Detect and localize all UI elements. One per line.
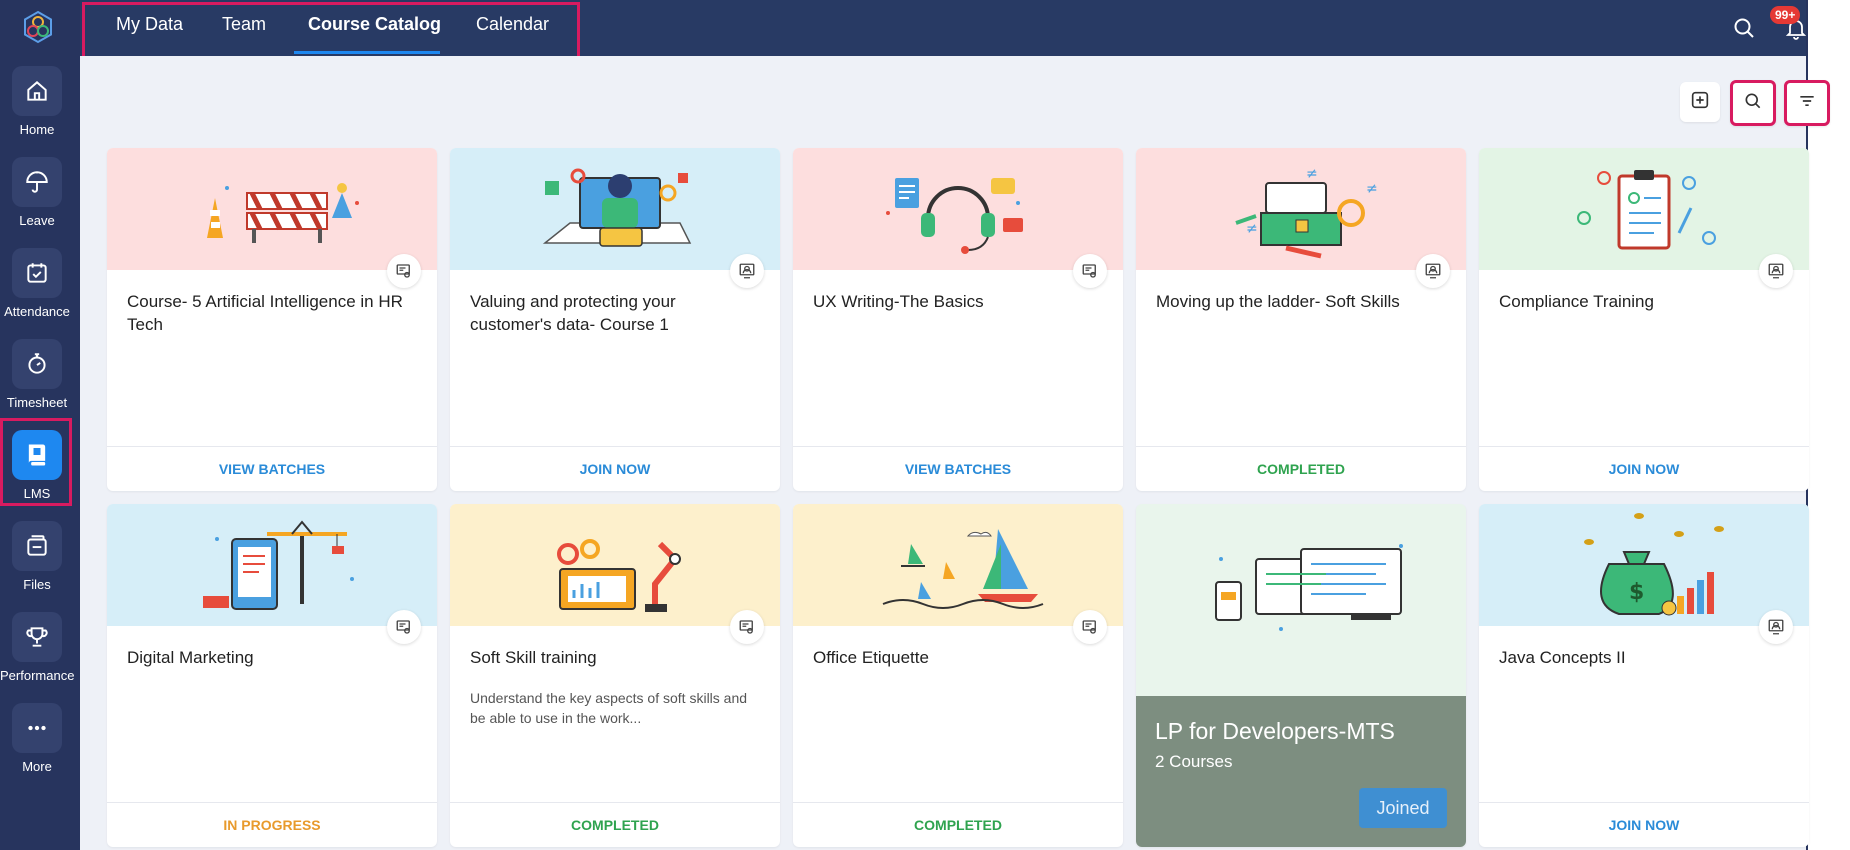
course-banner [450,148,780,270]
sidebar-item-home[interactable]: Home [0,66,74,137]
course-title: Digital Marketing [127,648,254,667]
online-icon [730,254,764,288]
sidebar-item-label: Attendance [4,304,70,319]
sidebar-item-files[interactable]: Files [0,521,74,592]
course-status[interactable]: COMPLETED [450,802,780,847]
course-card[interactable]: ≠ ≠ ≠ Moving up the ladder- Soft Skills … [1136,148,1466,491]
classroom-icon [730,610,764,644]
learning-path-card[interactable]: LP for Developers-MTS 2 Courses Joined [1136,504,1466,847]
active-item-highlight [0,418,72,506]
filter-icon [1797,91,1817,116]
svg-text:≠: ≠ [1306,166,1318,182]
learning-path-title: LP for Developers-MTS [1155,718,1395,744]
toolbox-illustration: ≠ ≠ ≠ [1235,166,1378,259]
sidebar-item-label: Files [23,577,51,592]
search-icon [1743,91,1763,116]
more-icon [12,703,62,753]
sidebar-item-label: Timesheet [6,395,68,410]
course-action-link[interactable]: VIEW BATCHES [107,446,437,491]
course-status[interactable]: COMPLETED [793,802,1123,847]
sidebar-item-leave[interactable]: Leave [0,157,74,228]
course-card[interactable]: Valuing and protecting your customer's d… [450,148,780,491]
online-icon [1416,254,1450,288]
devices-illustration [1215,544,1403,631]
trophy-icon [12,612,62,662]
sidebar-item-timesheet[interactable]: Timesheet [0,339,74,410]
sidebar-item-label: Home [19,122,55,137]
course-title: Java Concepts II [1499,648,1626,667]
tabs-highlight-frame [82,2,580,59]
tablet-crane-illustration [203,520,354,610]
course-banner [107,148,437,270]
online-icon [1759,610,1793,644]
classroom-icon [387,254,421,288]
headset-chat-illustration [886,178,1023,254]
sidebar: Home Leave Attendance Timesheet LMS File… [0,0,80,850]
person-at-computer-illustration [542,168,692,247]
files-icon [12,521,62,571]
course-card[interactable]: $ Java Concepts II JOIN NOW [1479,504,1809,847]
sidebar-item-label: Performance [0,668,75,683]
course-card[interactable]: Soft Skill training Understand the key a… [450,504,780,847]
course-action-link[interactable]: JOIN NOW [1479,802,1809,847]
course-action-link[interactable]: JOIN NOW [450,446,780,491]
course-title: Moving up the ladder- Soft Skills [1156,292,1400,311]
clipboard-checklist-illustration [1577,170,1716,250]
course-action-link[interactable]: VIEW BATCHES [793,446,1123,491]
course-action-link[interactable]: JOIN NOW [1479,446,1809,491]
course-title: Compliance Training [1499,292,1654,311]
sidebar-item-performance[interactable]: Performance [0,612,74,683]
course-status[interactable]: COMPLETED [1136,446,1466,491]
add-button[interactable] [1680,82,1720,122]
course-title: Valuing and protecting your customer's d… [470,292,676,334]
stopwatch-icon [12,339,62,389]
learning-path-course-count: 2 Courses [1155,752,1233,771]
construction-barrier-illustration [207,183,359,243]
svg-text:≠: ≠ [1366,181,1378,197]
notification-badge: 99+ [1770,6,1801,24]
course-description: Understand the key aspects of soft skill… [470,690,748,726]
sailboats-illustration [882,529,1044,609]
svg-text:≠: ≠ [1246,221,1258,237]
classroom-icon [387,610,421,644]
course-status[interactable]: IN PROGRESS [107,802,437,847]
calendar-check-icon [12,248,62,298]
global-search-icon[interactable] [1728,12,1760,44]
course-card[interactable]: Course- 5 Artificial Intelligence in HR … [107,148,437,491]
sidebar-item-more[interactable]: More [0,703,74,774]
course-title: Soft Skill training [470,648,597,667]
course-card[interactable]: Office Etiquette COMPLETED [793,504,1123,847]
course-banner [450,504,780,626]
svg-text:$: $ [1629,580,1644,605]
course-banner [793,504,1123,626]
sidebar-item-label: More [22,759,52,774]
robot-arm-laptop-illustration [557,539,681,612]
sidebar-item-attendance[interactable]: Attendance [0,248,74,319]
filter-button[interactable] [1784,80,1830,126]
app-logo[interactable] [20,10,56,46]
course-banner [107,504,437,626]
online-icon [1759,254,1793,288]
course-title: Office Etiquette [813,648,929,667]
sidebar-item-label: Leave [19,213,55,228]
classroom-icon [1073,254,1107,288]
course-banner: $ [1479,504,1809,626]
course-title: UX Writing-The Basics [813,292,984,311]
add-icon [1689,89,1711,116]
course-banner: ≠ ≠ ≠ [1136,148,1466,270]
course-banner [1479,148,1809,270]
course-title: Course- 5 Artificial Intelligence in HR … [127,292,403,334]
classroom-icon [1073,610,1107,644]
course-card[interactable]: UX Writing-The Basics VIEW BATCHES [793,148,1123,491]
search-button[interactable] [1730,80,1776,126]
umbrella-icon [12,157,62,207]
learning-path-footer: LP for Developers-MTS 2 Courses Joined [1136,696,1466,847]
course-card[interactable]: Digital Marketing IN PROGRESS [107,504,437,847]
money-bag-chart-illustration: $ [1584,513,1724,616]
course-card[interactable]: Compliance Training JOIN NOW [1479,148,1809,491]
home-icon [12,66,62,116]
joined-button[interactable]: Joined [1359,788,1447,828]
course-banner [793,148,1123,270]
